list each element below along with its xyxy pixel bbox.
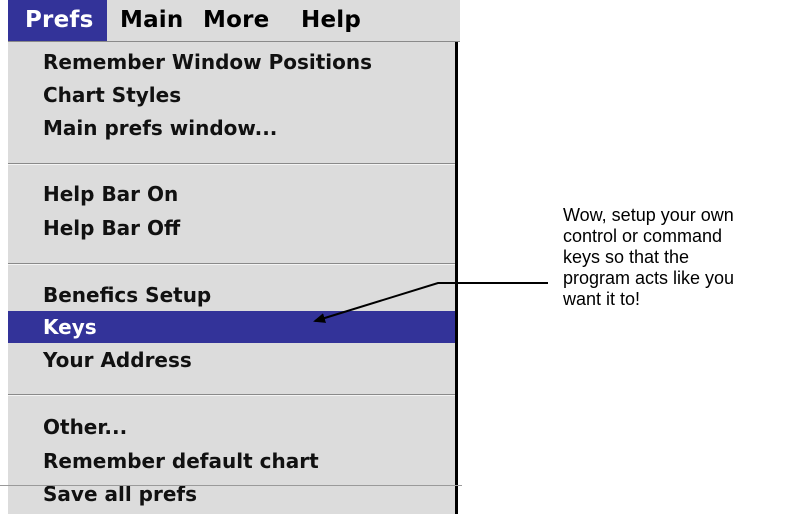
menu-prefs[interactable]: Prefs xyxy=(8,0,107,41)
screenshot-edge xyxy=(0,485,462,486)
annotation-line: Wow, setup your own xyxy=(563,205,734,225)
menu-item-other[interactable]: Other... xyxy=(8,411,455,443)
menu-item-chart-styles[interactable]: Chart Styles xyxy=(8,79,455,111)
menu-item-save-all-prefs[interactable]: Save all prefs xyxy=(8,478,455,510)
menu-separator xyxy=(8,394,455,396)
menu-separator xyxy=(8,263,455,265)
annotation-callout: Wow, setup your own control or command k… xyxy=(563,205,798,310)
menu-more[interactable]: More xyxy=(203,0,269,41)
annotation-line: want it to! xyxy=(563,289,641,309)
menu-item-keys[interactable]: Keys xyxy=(8,311,455,343)
annotation-line: control or command xyxy=(563,226,723,246)
menu-help[interactable]: Help xyxy=(301,0,361,41)
menu-item-remember-window-positions[interactable]: Remember Window Positions xyxy=(8,46,455,78)
menu-separator xyxy=(8,163,455,165)
menu-item-your-address[interactable]: Your Address xyxy=(8,344,455,376)
annotation-line: keys so that the xyxy=(563,247,690,267)
menu-item-help-bar-on[interactable]: Help Bar On xyxy=(8,178,455,210)
menu-item-main-prefs-window[interactable]: Main prefs window... xyxy=(8,112,455,144)
menu-item-help-bar-off[interactable]: Help Bar Off xyxy=(8,212,455,244)
menu-main[interactable]: Main xyxy=(120,0,183,41)
menu-item-benefics-setup[interactable]: Benefics Setup xyxy=(8,279,455,311)
prefs-dropdown-menu: Remember Window Positions Chart Styles M… xyxy=(8,42,458,514)
menu-bar: Prefs Main More Help xyxy=(8,0,460,42)
menu-item-remember-default-chart[interactable]: Remember default chart xyxy=(8,445,455,477)
annotation-line: program acts like you xyxy=(563,268,735,288)
